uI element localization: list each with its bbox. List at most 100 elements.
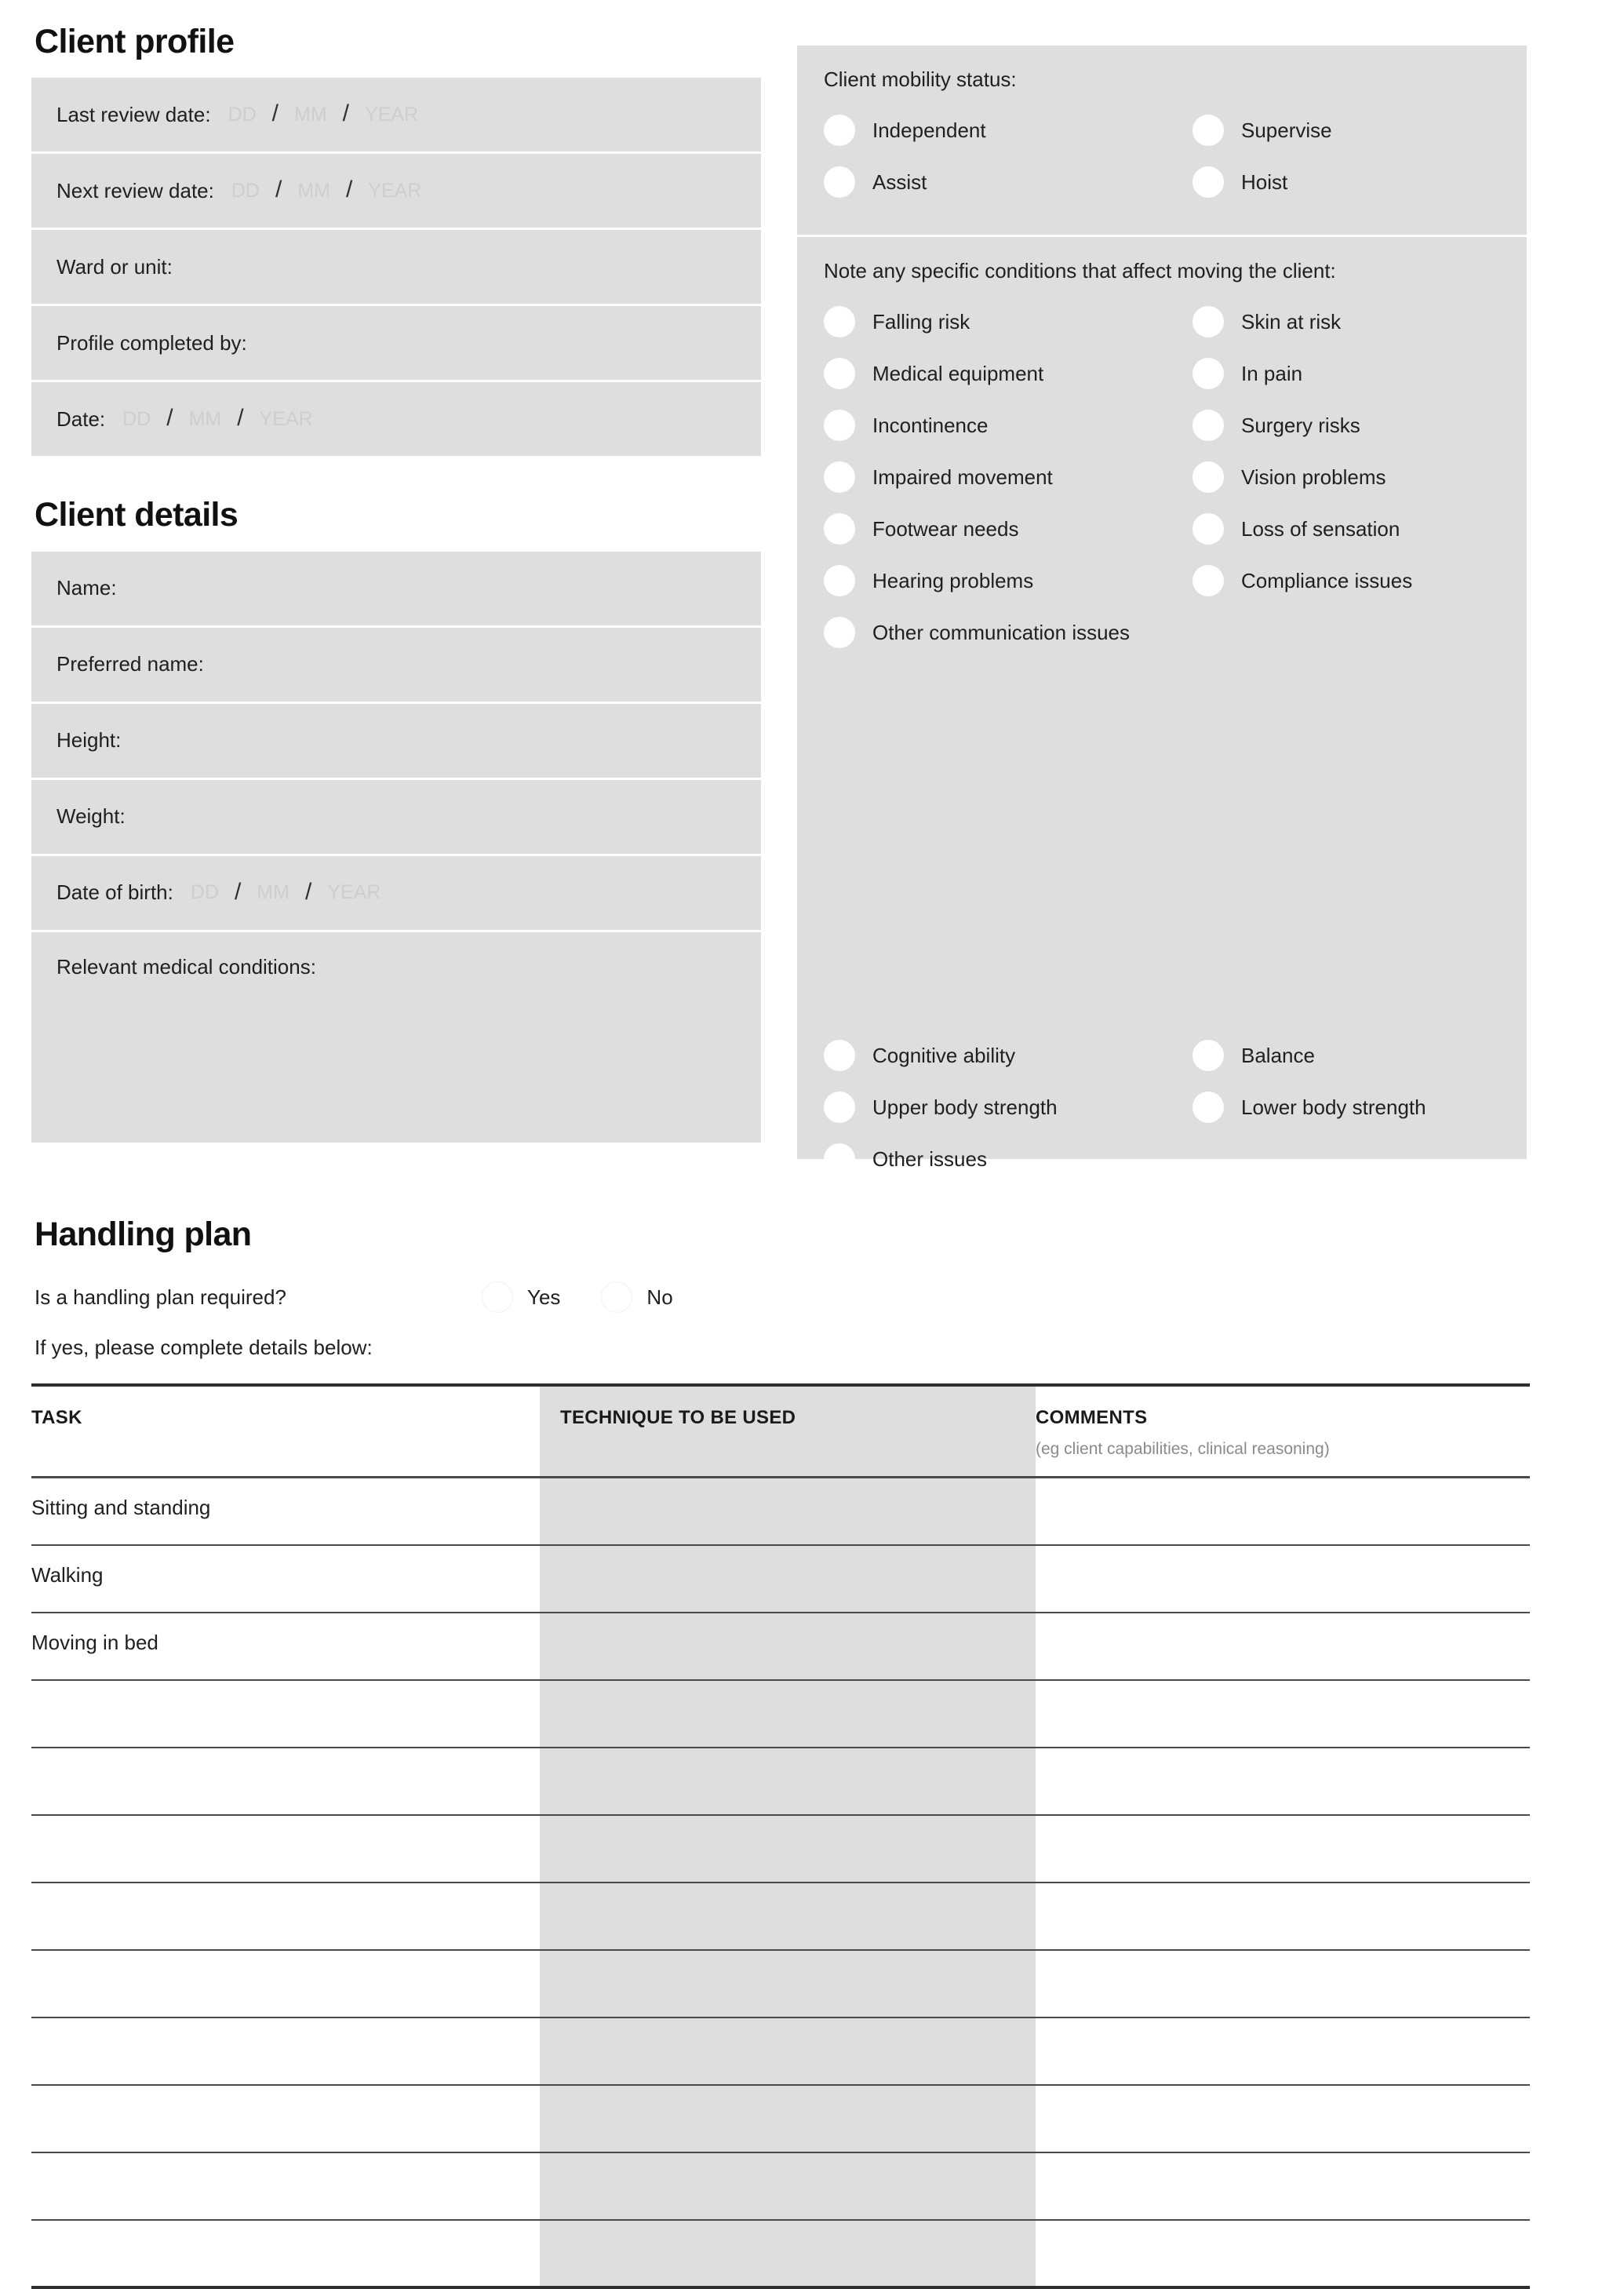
cell-comments[interactable]	[1036, 1949, 1530, 2018]
table-row[interactable]	[31, 1679, 1530, 1748]
option-other-issues[interactable]: Other issues	[824, 1133, 1500, 1185]
option-lower-body-strength[interactable]: Lower body strength	[1193, 1081, 1500, 1133]
cell-task[interactable]	[31, 1814, 540, 1883]
cell-comments[interactable]	[1036, 1477, 1530, 1546]
radio-icon[interactable]	[1193, 306, 1224, 337]
option-hoist[interactable]: Hoist	[1193, 156, 1500, 208]
cell-comments[interactable]	[1036, 2152, 1530, 2221]
cell-technique[interactable]	[540, 1477, 1036, 1546]
table-row[interactable]: Walking	[31, 1544, 1530, 1613]
option-compliance-issues[interactable]: Compliance issues	[1193, 555, 1500, 607]
radio-icon[interactable]	[824, 1092, 855, 1123]
option-footwear-needs[interactable]: Footwear needs	[824, 503, 1193, 555]
option-balance[interactable]: Balance	[1193, 1030, 1500, 1081]
table-row[interactable]	[31, 2084, 1530, 2153]
radio-icon[interactable]	[824, 513, 855, 545]
field-row-preferred-name[interactable]: Preferred name:	[31, 627, 761, 702]
option-assist[interactable]: Assist	[824, 156, 1193, 208]
cell-task[interactable]	[31, 1747, 540, 1816]
cell-task[interactable]	[31, 1679, 540, 1748]
radio-icon[interactable]	[482, 1281, 513, 1313]
radio-icon[interactable]	[824, 115, 855, 146]
cell-technique[interactable]	[540, 1544, 1036, 1613]
cell-task[interactable]: Moving in bed	[31, 1612, 540, 1681]
table-row[interactable]	[31, 2017, 1530, 2086]
cell-technique[interactable]	[540, 1814, 1036, 1883]
radio-icon[interactable]	[1193, 1092, 1224, 1123]
table-row[interactable]: Moving in bed	[31, 1612, 1530, 1681]
cell-comments[interactable]	[1036, 2084, 1530, 2153]
radio-icon[interactable]	[824, 358, 855, 389]
date-placeholder[interactable]: DD / MM / YEAR	[122, 405, 313, 432]
option-loss-of-sensation[interactable]: Loss of sensation	[1193, 503, 1500, 555]
radio-icon[interactable]	[1193, 565, 1224, 596]
date-placeholder[interactable]: DD / MM / YEAR	[228, 100, 419, 128]
radio-icon[interactable]	[1193, 358, 1224, 389]
cell-technique[interactable]	[540, 1882, 1036, 1951]
table-row[interactable]	[31, 1882, 1530, 1951]
radio-icon[interactable]	[1193, 461, 1224, 493]
cell-task[interactable]: Sitting and standing	[31, 1477, 540, 1546]
cell-comments[interactable]	[1036, 1882, 1530, 1951]
cell-task[interactable]	[31, 1949, 540, 2018]
cell-comments[interactable]	[1036, 1814, 1530, 1883]
option-vision-problems[interactable]: Vision problems	[1193, 451, 1500, 503]
cell-task[interactable]	[31, 2017, 540, 2086]
field-row-name[interactable]: Name:	[31, 551, 761, 625]
radio-icon[interactable]	[824, 410, 855, 441]
table-row[interactable]	[31, 1814, 1530, 1883]
cell-comments[interactable]	[1036, 1544, 1530, 1613]
table-row[interactable]	[31, 2219, 1530, 2289]
option-falling-risk[interactable]: Falling risk	[824, 296, 1193, 348]
cell-technique[interactable]	[540, 2084, 1036, 2153]
radio-icon[interactable]	[824, 617, 855, 648]
radio-icon[interactable]	[601, 1281, 633, 1313]
radio-icon[interactable]	[1193, 513, 1224, 545]
field-row-next-review-date[interactable]: Next review date: DD / MM / YEAR	[31, 154, 761, 228]
cell-comments[interactable]	[1036, 1612, 1530, 1681]
radio-icon[interactable]	[824, 1143, 855, 1175]
option-medical-equipment[interactable]: Medical equipment	[824, 348, 1193, 399]
field-row-date-of-birth[interactable]: Date of birth: DD / MM / YEAR	[31, 855, 761, 930]
cell-task[interactable]	[31, 2152, 540, 2221]
radio-icon[interactable]	[824, 1040, 855, 1071]
radio-icon[interactable]	[824, 166, 855, 198]
radio-icon[interactable]	[824, 461, 855, 493]
cell-comments[interactable]	[1036, 2219, 1530, 2289]
cell-technique[interactable]	[540, 2219, 1036, 2289]
cell-technique[interactable]	[540, 1612, 1036, 1681]
field-row-weight[interactable]: Weight:	[31, 779, 761, 854]
date-placeholder[interactable]: DD / MM / YEAR	[191, 879, 381, 906]
field-row-last-review-date[interactable]: Last review date: DD / MM / YEAR	[31, 78, 761, 152]
cell-technique[interactable]	[540, 1747, 1036, 1816]
option-surgery-risks[interactable]: Surgery risks	[1193, 399, 1500, 451]
option-upper-body-strength[interactable]: Upper body strength	[824, 1081, 1193, 1133]
radio-icon[interactable]	[824, 306, 855, 337]
radio-icon[interactable]	[1193, 1040, 1224, 1071]
radio-icon[interactable]	[824, 565, 855, 596]
option-skin-at-risk[interactable]: Skin at risk	[1193, 296, 1500, 348]
option-hearing-problems[interactable]: Hearing problems	[824, 555, 1193, 607]
handling-plan-yes-option[interactable]: Yes	[482, 1281, 560, 1313]
option-cognitive-ability[interactable]: Cognitive ability	[824, 1030, 1193, 1081]
field-row-date[interactable]: Date: DD / MM / YEAR	[31, 382, 761, 457]
option-independent[interactable]: Independent	[824, 104, 1193, 156]
cell-task[interactable]: Walking	[31, 1544, 540, 1613]
cell-task[interactable]	[31, 1882, 540, 1951]
cell-task[interactable]	[31, 2084, 540, 2153]
cell-comments[interactable]	[1036, 1747, 1530, 1816]
cell-comments[interactable]	[1036, 1679, 1530, 1748]
table-row[interactable]	[31, 2152, 1530, 2221]
table-row[interactable]	[31, 1747, 1530, 1816]
radio-icon[interactable]	[1193, 115, 1224, 146]
table-row[interactable]: Sitting and standing	[31, 1477, 1530, 1546]
cell-technique[interactable]	[540, 2017, 1036, 2086]
option-incontinence[interactable]: Incontinence	[824, 399, 1193, 451]
handling-plan-no-option[interactable]: No	[601, 1281, 673, 1313]
cell-task[interactable]	[31, 2219, 540, 2289]
table-row[interactable]	[31, 1949, 1530, 2018]
cell-technique[interactable]	[540, 2152, 1036, 2221]
radio-icon[interactable]	[1193, 410, 1224, 441]
cell-comments[interactable]	[1036, 2017, 1530, 2086]
cell-technique[interactable]	[540, 1679, 1036, 1748]
